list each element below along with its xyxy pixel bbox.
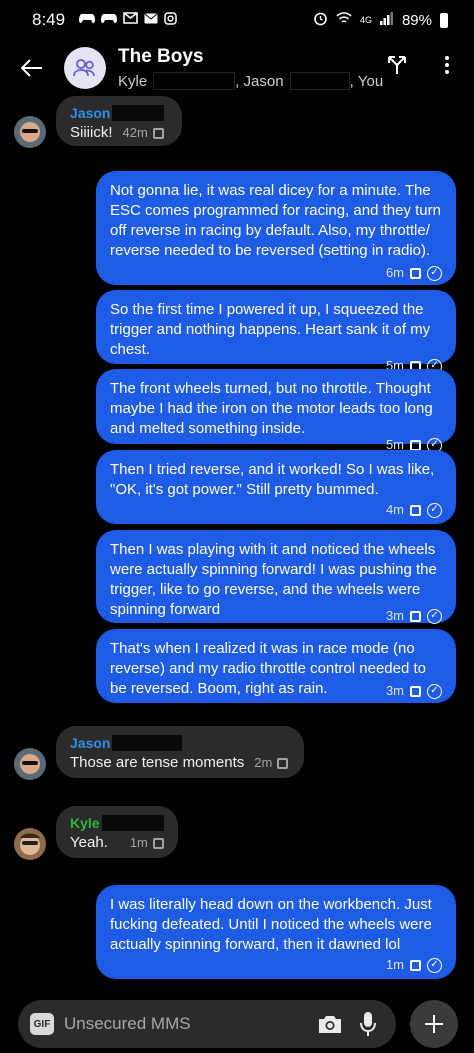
participants-line: Kyle , Jason , You — [118, 72, 384, 90]
conversation-title: The Boys — [118, 46, 204, 67]
delivered-check-icon: ✓ — [427, 683, 442, 699]
message-time: 1m — [385, 957, 404, 972]
unlocked-icon — [410, 610, 421, 622]
message-time: 42m — [122, 125, 148, 140]
delivered-check-icon: ✓ — [427, 502, 442, 518]
unlocked-icon — [410, 685, 421, 697]
game-controller-icon — [101, 12, 118, 28]
group-avatar[interactable] — [64, 47, 106, 89]
message-text: I was literally head down on the workben… — [110, 896, 432, 953]
kyle-avatar-image — [14, 828, 46, 860]
message-bubble-outgoing[interactable]: The front wheels turned, but no throttle… — [96, 369, 456, 453]
message-text: Those are tense moments — [70, 754, 245, 771]
message-bubble-outgoing[interactable]: Not gonna lie, it was real dicey for a m… — [96, 171, 456, 285]
message-text: Then I tried reverse, and it worked! So … — [110, 461, 435, 498]
camera-icon — [319, 1016, 341, 1033]
participant-name: Jason — [243, 72, 284, 90]
sender-name: Kyle — [70, 814, 164, 831]
message-bubble-incoming[interactable]: Jason Those are tense moments 2m — [56, 726, 304, 778]
status-time: 8:49 — [32, 10, 66, 29]
battery-percent: 89% — [401, 11, 432, 29]
alarm-icon — [313, 11, 328, 30]
message-bubble-incoming[interactable]: Jason Siiiick! 42m — [56, 96, 182, 146]
redaction-bar — [153, 72, 236, 90]
network-type: 4G — [359, 15, 372, 25]
message-bubble-outgoing[interactable]: So the first time I powered it up, I squ… — [96, 290, 456, 374]
delivered-check-icon: ✓ — [427, 608, 442, 624]
notification-icons — [79, 12, 177, 28]
status-bar: 8:49 4G 89% — [0, 0, 474, 40]
camera-button[interactable] — [314, 1008, 346, 1040]
signal-icon — [379, 11, 394, 29]
back-arrow-icon — [21, 59, 42, 77]
unlocked-icon — [152, 838, 164, 849]
message-bubble-outgoing[interactable]: I was literally head down on the workben… — [96, 885, 456, 979]
delivered-check-icon: ✓ — [427, 957, 442, 973]
redaction-bar — [112, 734, 183, 751]
merge-conversation-button[interactable] — [382, 50, 412, 80]
jason-avatar-image — [14, 748, 46, 780]
message-time: 2m — [254, 755, 273, 770]
message-composer: GIF — [18, 1000, 396, 1048]
message-text: Siiiick! — [70, 124, 113, 141]
unlocked-icon — [410, 959, 421, 971]
avatar[interactable] — [14, 748, 46, 780]
status-right: 4G 89% — [313, 11, 448, 30]
plus-icon — [425, 1015, 443, 1033]
game-controller-icon — [79, 12, 96, 28]
message-text: The front wheels turned, but no throttle… — [110, 380, 433, 437]
unlocked-icon — [410, 439, 421, 451]
message-text: Yeah. — [70, 834, 108, 851]
instagram-icon — [164, 12, 177, 28]
message-bubble-outgoing[interactable]: That's when I realized it was in race mo… — [96, 629, 456, 703]
redaction-bar — [289, 72, 350, 90]
message-time: 4m — [385, 502, 404, 517]
unlocked-icon — [410, 267, 421, 279]
message-text: Not gonna lie, it was real dicey for a m… — [110, 182, 441, 259]
more-vertical-icon — [445, 56, 449, 74]
message-input[interactable] — [64, 1014, 308, 1034]
group-people-icon — [73, 59, 95, 77]
wifi-icon — [336, 11, 352, 29]
voice-record-button[interactable] — [352, 1008, 384, 1040]
participant-name: Kyle — [118, 72, 148, 90]
split-arrow-icon — [388, 56, 406, 74]
unlocked-icon — [410, 504, 421, 516]
message-time: 6m — [385, 265, 404, 280]
message-bubble-outgoing[interactable]: Then I was playing with it and noticed t… — [96, 530, 456, 624]
gmail-icon — [123, 12, 138, 28]
delivered-check-icon: ✓ — [427, 265, 442, 281]
battery-icon — [440, 12, 448, 28]
message-time: 1m — [129, 835, 148, 850]
avatar[interactable] — [14, 116, 46, 148]
message-bubble-incoming[interactable]: Kyle Yeah. 1m — [56, 806, 178, 858]
attach-add-button[interactable] — [410, 1000, 458, 1048]
email-icon — [144, 12, 158, 28]
message-time: 3m — [385, 608, 404, 623]
unlocked-icon — [152, 128, 164, 139]
unlocked-icon — [277, 758, 289, 769]
redaction-bar — [101, 814, 164, 831]
header-text[interactable]: The Boys Kyle , Jason , You — [118, 46, 383, 90]
gif-button[interactable]: GIF — [30, 1013, 54, 1035]
message-bubble-outgoing[interactable]: Then I tried reverse, and it worked! So … — [96, 450, 456, 524]
sender-name: Jason — [70, 734, 290, 751]
back-button[interactable] — [12, 48, 52, 88]
message-time: 3m — [385, 683, 404, 698]
more-options-button[interactable] — [432, 50, 462, 80]
participant-name: You — [357, 72, 384, 90]
microphone-icon — [360, 1012, 376, 1036]
jason-avatar-image — [14, 116, 46, 148]
message-text: So the first time I powered it up, I squ… — [110, 301, 431, 358]
avatar[interactable] — [14, 828, 46, 860]
sender-name: Jason — [70, 104, 168, 121]
conversation-header: The Boys Kyle , Jason , You — [0, 40, 474, 96]
header-actions — [382, 50, 462, 80]
redaction-bar — [112, 104, 165, 121]
